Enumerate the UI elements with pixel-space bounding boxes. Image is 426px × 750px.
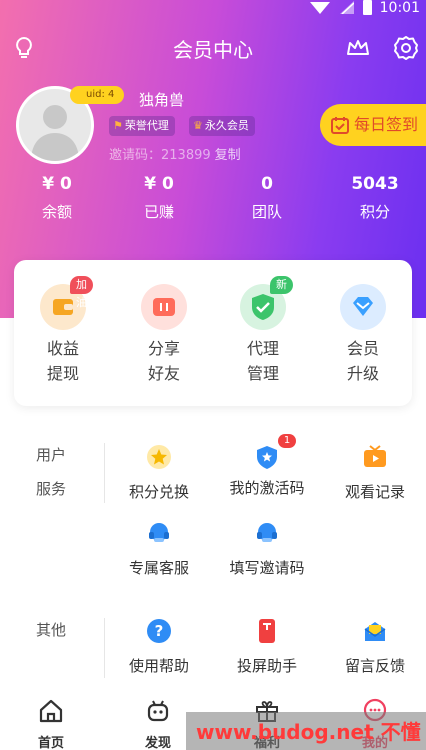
diamond-icon [340, 284, 386, 330]
robot-icon [147, 700, 169, 722]
username: 独角兽 [139, 91, 185, 109]
feature-upgrade[interactable]: 会员 升级 [323, 284, 403, 386]
stats-row: ¥ 0 余额 ¥ 0 已赚 0 团队 5043 积分 [0, 172, 426, 232]
stat-label: 已赚 [143, 203, 174, 221]
copy-button[interactable]: 复制 [215, 148, 241, 163]
stat-label: 团队 [251, 203, 282, 221]
stat-balance[interactable]: ¥ 0 余额 [7, 172, 107, 228]
mail-icon [364, 622, 386, 641]
stat-value: 5043 [351, 174, 399, 194]
share-icon [141, 284, 187, 330]
section-label: 用户 [36, 446, 67, 464]
gear-icon[interactable] [392, 34, 420, 62]
feature-badge: 新 [270, 276, 293, 294]
item-label: 留言反馈 [344, 657, 405, 675]
cast-icon [259, 619, 275, 643]
watch-history-button[interactable]: 观看记录 [320, 444, 426, 502]
section-label: 服务 [36, 480, 67, 498]
feature-label: 分享 好友 [147, 339, 180, 383]
item-label: 填写邀请码 [229, 559, 305, 577]
shield-star-icon: 1 [254, 434, 296, 470]
stat-label: 余额 [41, 203, 72, 221]
feature-card: 加油 收益 提现 分享 好友 新 代理 管理 会员 升级 [14, 260, 412, 406]
help-icon: ? [147, 619, 171, 643]
feature-withdraw[interactable]: 加油 收益 提现 [23, 276, 103, 386]
cast-assistant-button[interactable]: 投屏助手 [212, 618, 322, 676]
stat-team[interactable]: 0 团队 [217, 172, 317, 228]
item-label: 使用帮助 [128, 657, 189, 675]
stat-points[interactable]: 5043 积分 [325, 172, 425, 228]
notification-badge: 1 [278, 434, 296, 448]
item-label: 积分兑换 [128, 483, 189, 501]
battery-icon [363, 0, 372, 15]
points-exchange-button[interactable]: 积分兑换 [104, 444, 214, 502]
item-label: 专属客服 [128, 559, 189, 577]
flag-icon: ⚑ [113, 119, 123, 132]
stat-value: ¥ 0 [42, 174, 72, 194]
tag-honor-agent: ⚑ 荣誉代理 [109, 116, 175, 136]
crown-icon[interactable] [344, 34, 372, 62]
stat-value: ¥ 0 [144, 174, 174, 194]
item-label: 观看记录 [344, 483, 405, 501]
feature-badge: 加油 [70, 276, 93, 309]
wallet-icon: 加油 [40, 276, 93, 330]
status-time: 10:01 [379, 0, 420, 16]
tag-permanent-member: ♛ 永久会员 [189, 116, 255, 136]
home-icon [39, 699, 63, 723]
uid-badge: uid: 4 [70, 86, 125, 104]
feature-label: 会员 升级 [346, 339, 379, 383]
stat-value: 0 [261, 174, 273, 194]
item-label: 投屏助手 [236, 657, 297, 675]
feature-agent[interactable]: 新 代理 管理 [223, 276, 303, 386]
stat-label: 积分 [359, 203, 390, 221]
feature-share[interactable]: 分享 好友 [124, 284, 204, 386]
svg-text:?: ? [155, 622, 164, 640]
tv-icon [364, 445, 386, 467]
daily-signin-button[interactable]: 每日签到 [320, 104, 426, 146]
invite-code-text: 邀请码：213899 [109, 148, 211, 163]
nav-home[interactable]: 首页 [11, 698, 91, 750]
watermark-text: www.budog.net 不懂社区 [196, 720, 421, 750]
item-label: 我的激活码 [229, 479, 305, 497]
signin-label: 每日签到 [354, 115, 419, 134]
headset-icon [149, 523, 169, 542]
stat-earned[interactable]: ¥ 0 已赚 [109, 172, 209, 228]
tag-label: 永久会员 [204, 119, 249, 132]
tag-label: 荣誉代理 [124, 119, 169, 132]
calendar-check-icon [331, 117, 349, 134]
feature-label: 收益 提现 [46, 339, 79, 383]
top-bar: 会员中心 [0, 28, 426, 68]
feature-label: 代理 管理 [246, 339, 279, 383]
section-label: 其他 [36, 621, 67, 639]
feedback-button[interactable]: 留言反馈 [320, 618, 426, 676]
star-icon [147, 445, 171, 469]
signal-icon [340, 1, 354, 14]
wifi-icon [310, 2, 330, 14]
watermark: www.budog.net 不懂社区 [186, 712, 426, 750]
customer-service-button[interactable]: 专属客服 [104, 520, 214, 578]
status-bar: 10:01 [286, 0, 426, 16]
help-button[interactable]: ? 使用帮助 [104, 618, 214, 676]
invite-code: 邀请码：213899 复制 [109, 144, 241, 163]
headset-icon [257, 523, 277, 542]
enter-invite-code-button[interactable]: 填写邀请码 [212, 520, 322, 578]
crown-small-icon: ♛ [193, 119, 203, 132]
shield-check-icon: 新 [240, 276, 293, 330]
nav-label: 首页 [37, 736, 64, 750]
activation-code-button[interactable]: 1 我的激活码 [212, 434, 322, 498]
